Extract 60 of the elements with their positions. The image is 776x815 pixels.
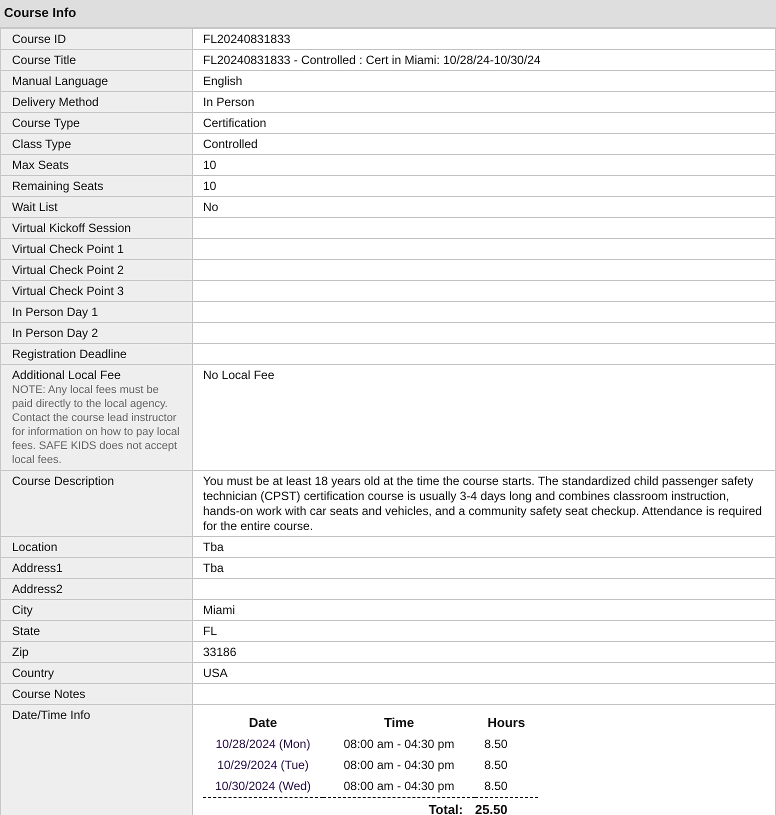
note-text: NOTE: Any local fees must be paid directly to the local agency. Contact the course lead instructor for information on how to pay local fees. SAFE KIDS does not accept local fees.	[12, 383, 181, 467]
column-header: Date	[248, 714, 278, 732]
table-cell-text: 10/29/2024 (Tue)	[216, 757, 310, 774]
field-label: Wait List	[12, 200, 58, 215]
field-label: Date/Time Info	[12, 708, 90, 723]
field-label: City	[12, 603, 33, 618]
field-label: Address1	[12, 561, 63, 576]
field-label: Course Description	[12, 474, 114, 489]
field-label: Course Title	[12, 53, 76, 68]
section-header: Course Info	[0, 0, 776, 28]
field-label: Registration Deadline	[12, 347, 127, 362]
field-label: Virtual Check Point 3	[12, 284, 124, 299]
field-label: In Person Day 1	[12, 305, 98, 320]
field-label: Course Type	[12, 116, 80, 131]
column-header: Time	[382, 714, 416, 732]
field-value: No Local Fee	[203, 368, 276, 383]
table-cell-text: 8.50	[483, 757, 509, 774]
total-label: Total:	[323, 798, 475, 815]
table-cell-text: 10/28/2024 (Mon)	[214, 736, 312, 753]
column-header: Hours	[486, 714, 526, 732]
field-label: Additional Local Fee	[12, 368, 121, 383]
table-cell-text: 8.50	[483, 736, 509, 753]
field-label: Remaining Seats	[12, 179, 104, 194]
field-value: USA	[203, 666, 229, 681]
field-label: Virtual Kickoff Session	[12, 221, 131, 236]
field-value: In Person	[203, 95, 256, 110]
table-cell-text: 08:00 am - 04:30 pm	[342, 757, 456, 774]
field-label: Delivery Method	[12, 95, 99, 110]
field-label: Location	[12, 540, 58, 555]
field-label: State	[12, 624, 40, 639]
field-label: Manual Language	[12, 74, 108, 89]
field-label: Course Notes	[12, 687, 86, 702]
field-label: Zip	[12, 645, 29, 660]
field-value: Tba	[203, 540, 225, 555]
table-cell-text: 08:00 am - 04:30 pm	[342, 736, 456, 753]
table-cell: 10/30/2024 (Wed)	[203, 776, 323, 798]
field-value: Controlled	[203, 137, 259, 152]
field-value: 33186	[203, 645, 238, 660]
table-cell: 08:00 am - 04:30 pm	[323, 776, 475, 798]
field-value: 10	[203, 179, 218, 194]
table-cell: 8.50	[475, 776, 538, 798]
field-label: In Person Day 2	[12, 326, 98, 341]
field-value: Miami	[203, 603, 236, 618]
field-value: FL20240831833	[203, 32, 292, 47]
field-label: Class Type	[12, 137, 72, 152]
field-label: Virtual Check Point 2	[12, 263, 124, 278]
field-value: FL20240831833 - Controlled : Cert in Miami: 10/28/24-10/30/24	[203, 53, 542, 68]
field-label: Virtual Check Point 1	[12, 242, 124, 257]
field-label: Country	[12, 666, 54, 681]
field-label: Course ID	[12, 32, 66, 47]
field-value: You must be at least 18 years old at the time the course starts. The standardized child passenger safety technician (CPST) certification course is usually 3-4 days long and combines classroom instruction, hands-on work with car seats and vehicles, and a community safety seat checkup. Attendance is required for the entire course.	[203, 474, 763, 534]
field-value: FL	[203, 624, 218, 639]
field-value: English	[203, 74, 244, 89]
field-value: 10	[203, 158, 218, 173]
field-value: No	[203, 200, 220, 215]
field-value: Certification	[203, 116, 268, 131]
field-label: Address2	[12, 582, 63, 597]
field-value: Tba	[203, 561, 225, 576]
total-value: 25.50	[475, 798, 538, 815]
field-label: Max Seats	[12, 158, 69, 173]
